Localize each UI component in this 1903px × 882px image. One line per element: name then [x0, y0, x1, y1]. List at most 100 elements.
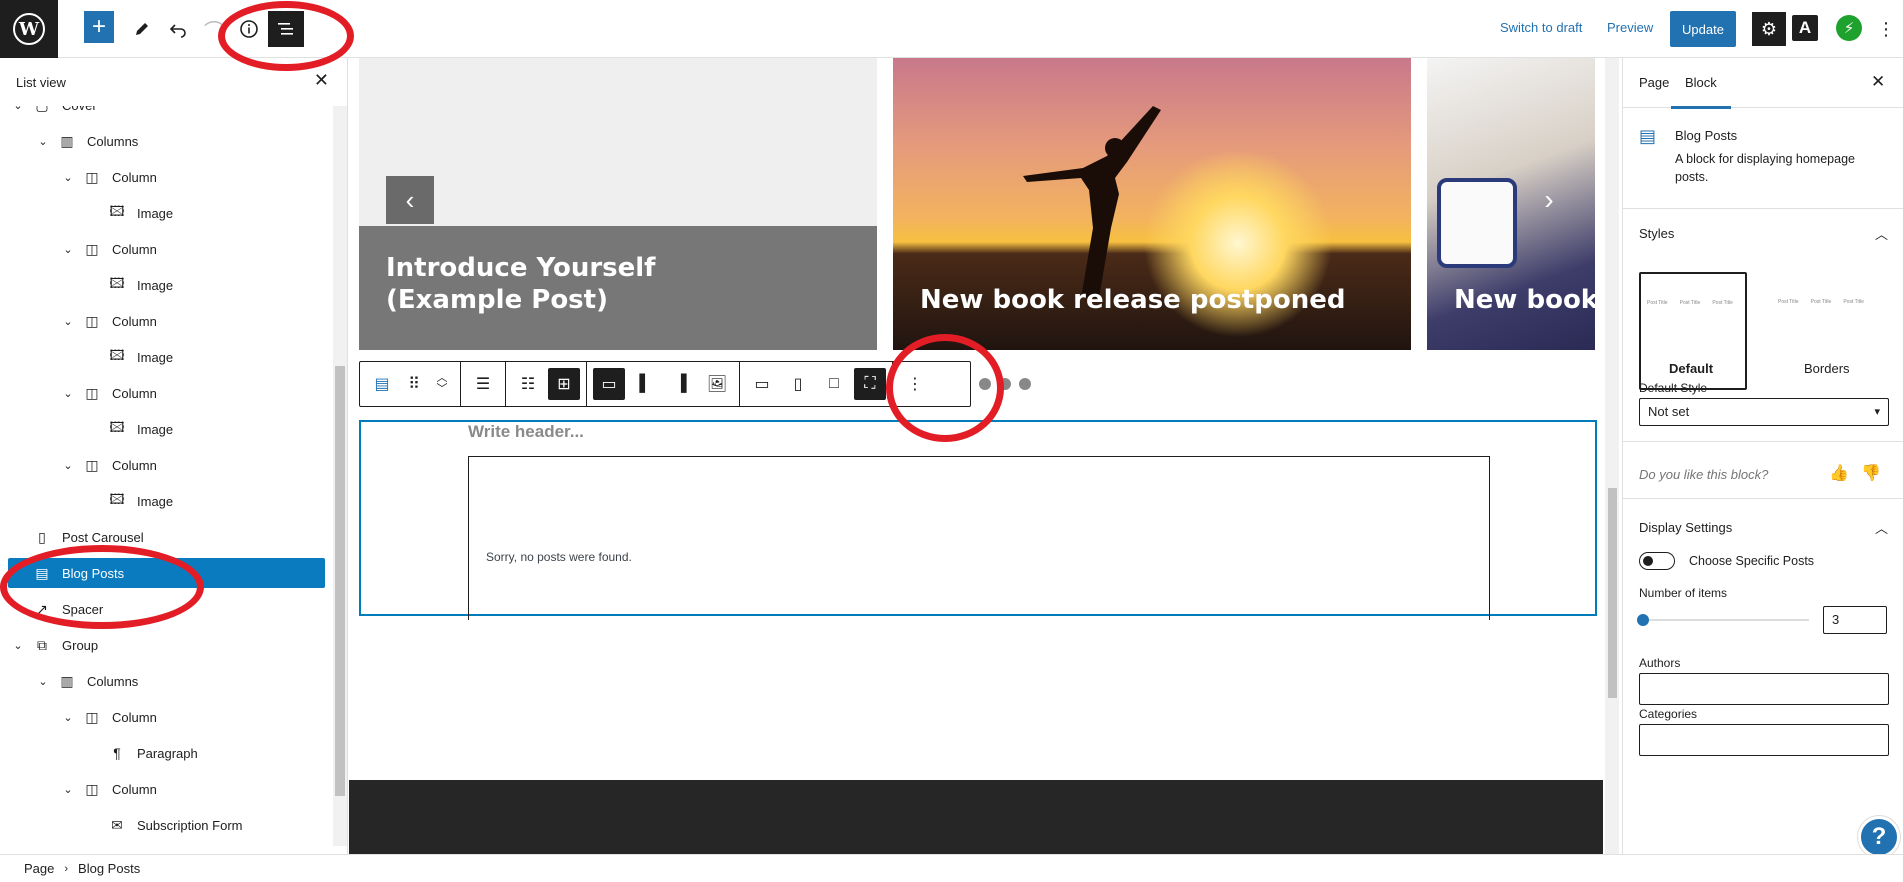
square-ratio-button[interactable]: □ — [816, 366, 852, 402]
chevron-down-icon[interactable]: ⌄ — [62, 171, 74, 184]
chevron-down-icon[interactable]: ⌄ — [12, 106, 24, 112]
list-view-item-post-carousel[interactable]: ▯ Post Carousel — [0, 522, 330, 552]
default-style-select[interactable]: Not set ▾ — [1639, 398, 1889, 426]
list-layout-button[interactable]: ☷ — [510, 366, 546, 402]
performance-button[interactable]: ⚡ — [1836, 15, 1862, 41]
list-view-item-blog-posts[interactable]: ▤ Blog Posts — [8, 558, 325, 588]
close-icon[interactable]: ✕ — [1871, 72, 1885, 92]
wordpress-logo-icon[interactable]: W — [0, 0, 58, 58]
chevron-up-icon[interactable]: ︿ — [1875, 518, 1888, 537]
styles-panel-title[interactable]: Styles — [1639, 226, 1674, 241]
display-settings-title[interactable]: Display Settings — [1639, 520, 1732, 535]
chevron-down-icon[interactable]: ⌄ — [62, 459, 74, 472]
chevron-down-icon[interactable]: ⌄ — [37, 135, 49, 148]
update-button[interactable]: Update — [1670, 11, 1736, 47]
chevron-down-icon[interactable]: ⌄ — [62, 387, 74, 400]
tab-block[interactable]: Block — [1671, 75, 1731, 109]
number-of-items-slider[interactable] — [1643, 619, 1809, 621]
number-of-items-input[interactable]: 3 — [1823, 606, 1887, 634]
portrait-ratio-button[interactable]: ▯ — [780, 366, 816, 402]
thumbs-up-icon[interactable]: 👍 — [1829, 463, 1849, 483]
options-menu-button[interactable]: ⋮ — [1868, 11, 1903, 47]
details-button[interactable] — [231, 11, 267, 47]
carousel-dot[interactable] — [999, 378, 1011, 390]
media-right-button[interactable]: ▐ — [663, 366, 699, 402]
chevron-down-icon[interactable]: ⌄ — [62, 243, 74, 256]
grid-layout-button[interactable]: ⊞ — [548, 368, 580, 400]
list-view-item-column[interactable]: ⌄ ◫ Column — [0, 774, 330, 804]
align-center-icon: ☰ — [475, 376, 491, 393]
undo-button[interactable] — [160, 11, 196, 47]
drag-handle[interactable]: ⠿ — [400, 366, 428, 402]
carousel-next-button[interactable]: › — [1525, 176, 1573, 224]
list-view-item-column[interactable]: ⌄ ◫ Column — [0, 162, 330, 192]
list-view-scrollbar[interactable] — [333, 106, 347, 846]
carousel-prev-button[interactable]: ‹ — [386, 176, 434, 224]
list-view-item-label: Subscription Form — [137, 817, 243, 833]
carousel-slide[interactable]: New book release postponed — [893, 58, 1411, 350]
list-view-item-columns[interactable]: ⌄ ▥ Columns — [0, 666, 330, 696]
list-view-item-label: Blog Posts — [62, 565, 125, 581]
landscape-ratio-button[interactable]: ▭ — [744, 366, 780, 402]
thumbs-down-icon[interactable]: 👎 — [1861, 463, 1881, 483]
chevron-down-icon[interactable]: ⌄ — [62, 711, 74, 724]
list-view-item-label: Image — [137, 493, 174, 509]
breadcrumb-item[interactable]: Blog Posts — [78, 861, 140, 876]
help-button[interactable]: ? — [1858, 816, 1900, 858]
list-view-item-column[interactable]: ⌄ ◫ Column — [0, 702, 330, 732]
categories-field[interactable] — [1639, 724, 1889, 756]
list-view-item-label: Column — [112, 169, 157, 185]
list-view-item-column[interactable]: ⌄ ◫ Column — [0, 450, 330, 480]
list-view-item-image[interactable]: 🖾 Image — [0, 198, 330, 228]
list-view-item-image[interactable]: 🖾 Image — [0, 270, 330, 300]
chevron-down-icon[interactable]: ⌄ — [37, 675, 49, 688]
redo-button[interactable]: ⌒ — [196, 11, 232, 47]
list-view-item-column[interactable]: ⌄ ◫ Column — [0, 306, 330, 336]
blog-posts-block[interactable]: Write header... Sorry, no posts were fou… — [359, 420, 1597, 620]
chevron-down-icon[interactable]: ⌄ — [12, 639, 24, 652]
list-view-header: List view ✕ — [0, 58, 347, 106]
list-view-item-image[interactable]: 🖾 Image — [0, 342, 330, 372]
carousel-dot[interactable] — [1019, 378, 1031, 390]
list-view-item-columns[interactable]: ⌄ ▥ Columns — [0, 126, 330, 156]
media-left-button[interactable]: ▌ — [627, 366, 663, 402]
settings-button[interactable]: ⚙ — [1752, 12, 1786, 46]
align-button[interactable]: ☰ — [465, 366, 501, 402]
media-top-button[interactable]: ▭ — [593, 368, 625, 400]
typography-button[interactable]: A — [1792, 15, 1818, 41]
list-view-item-image[interactable]: 🖾 Image — [0, 414, 330, 444]
add-block-button[interactable]: + — [84, 11, 114, 43]
choose-specific-posts-toggle[interactable] — [1639, 552, 1675, 570]
list-view-item-spacer[interactable]: ↗ Spacer — [0, 594, 330, 624]
move-buttons[interactable]: ︿ ﹀ — [428, 366, 456, 402]
close-icon[interactable]: ✕ — [314, 70, 329, 91]
list-view-item-image[interactable]: 🖾 Image — [0, 486, 330, 516]
authors-field[interactable] — [1639, 673, 1889, 705]
list-view-item-column[interactable]: ⌄ ◫ Column — [0, 378, 330, 408]
list-view-item-cover[interactable]: ⌄ ▢ Cover — [0, 106, 330, 120]
list-view-button[interactable] — [268, 11, 304, 47]
slider-handle[interactable] — [1637, 614, 1649, 626]
chevron-down-icon[interactable]: ⌄ — [62, 783, 74, 796]
list-view-item-column[interactable]: ⌄ ◫ Column — [0, 234, 330, 264]
switch-to-draft-link[interactable]: Switch to draft — [1500, 20, 1582, 35]
list-view-item-subscription-form[interactable]: ✉ Subscription Form — [0, 810, 330, 840]
list-view-item-paragraph[interactable]: ¶ Paragraph — [0, 738, 330, 768]
list-view-item-group[interactable]: ⌄ ⧉ Group — [0, 630, 330, 660]
carousel-slide[interactable]: › New book — [1427, 58, 1595, 350]
tools-button[interactable] — [124, 11, 160, 47]
breadcrumb-item[interactable]: Page — [24, 861, 54, 876]
block-options-button[interactable]: ⋮ — [897, 366, 933, 402]
full-size-button[interactable]: ⛶ — [854, 368, 886, 400]
canvas-scrollbar[interactable] — [1605, 58, 1619, 854]
image-toggle-button[interactable]: 🖼 — [699, 366, 735, 402]
portrait-icon: ▯ — [793, 376, 803, 393]
chevron-up-icon[interactable]: ︿ — [1875, 224, 1888, 243]
preview-link[interactable]: Preview — [1607, 20, 1653, 35]
carousel-slide[interactable]: ‹ Introduce Yourself (Example Post) — [359, 58, 877, 350]
carousel-dot[interactable] — [979, 378, 991, 390]
chevron-down-icon[interactable]: ⌄ — [62, 315, 74, 328]
block-type-button[interactable]: ▤ — [364, 366, 400, 402]
tab-page[interactable]: Page — [1639, 75, 1669, 90]
blog-header-placeholder[interactable]: Write header... — [468, 422, 584, 442]
